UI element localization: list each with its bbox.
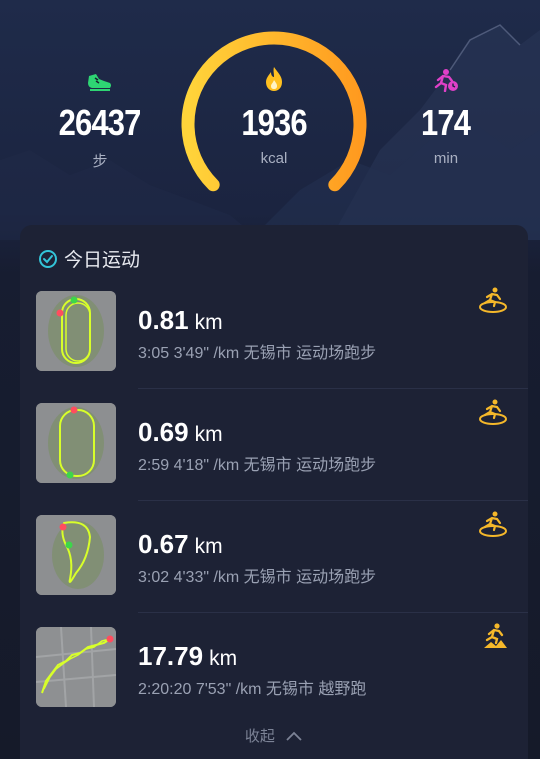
- card-title: 今日运动: [64, 250, 141, 271]
- activity-row[interactable]: 0.67 km 3:02 4'33" /km 无锡市 运动场跑步: [20, 501, 528, 613]
- track-run-icon: [479, 399, 507, 425]
- activity-distance: 0.81 km: [138, 305, 223, 335]
- steps-value: 26437: [59, 102, 142, 143]
- route-map-thumbnail: [36, 403, 116, 483]
- minutes-stat[interactable]: 174 min: [394, 64, 498, 167]
- activity-meta: 3:02 4'33" /km 无锡市 运动场跑步: [138, 569, 377, 586]
- activity-distance: 0.69 km: [138, 417, 223, 447]
- steps-stat[interactable]: 26437 步: [48, 64, 152, 171]
- activity-row[interactable]: 0.81 km 3:05 3'49" /km 无锡市 运动场跑步: [20, 277, 528, 389]
- shoe-icon: [88, 74, 111, 91]
- minutes-unit: min: [433, 150, 459, 167]
- check-circle-icon: [39, 249, 57, 268]
- activity-meta: 2:59 4'18" /km 无锡市 运动场跑步: [138, 457, 377, 474]
- trail-run-icon: [484, 623, 507, 648]
- activity-row[interactable]: 0.69 km 2:59 4'18" /km 无锡市 运动场跑步: [20, 389, 528, 501]
- activity-meta: 3:05 3'49" /km 无锡市 运动场跑步: [138, 345, 377, 362]
- today-activity-card: 今日运动 0.81 km 3:05 3'49" /km 无锡市 运动场跑步 0.…: [20, 225, 528, 759]
- activity-distance: 0.67 km: [138, 529, 223, 559]
- chevron-up-icon: [286, 731, 302, 741]
- route-map-thumbnail: [36, 291, 116, 371]
- route-map-thumbnail: [36, 515, 116, 595]
- steps-unit: 步: [92, 153, 108, 170]
- collapse-label: 收起: [244, 728, 275, 745]
- activity-distance: 17.79 km: [138, 641, 238, 671]
- calorie-progress-arc: [181, 31, 367, 192]
- collapse-button[interactable]: 收起: [20, 725, 528, 746]
- activity-row[interactable]: 17.79 km 2:20:20 7'53" /km 无锡市 越野跑: [20, 613, 528, 725]
- route-map-thumbnail: [36, 627, 116, 707]
- activity-meta: 2:20:20 7'53" /km 无锡市 越野跑: [138, 681, 367, 698]
- running-clock-icon: [434, 69, 458, 92]
- track-run-icon: [479, 287, 507, 313]
- minutes-value: 174: [421, 102, 471, 143]
- card-header: 今日运动: [38, 245, 140, 272]
- track-run-icon: [479, 511, 507, 537]
